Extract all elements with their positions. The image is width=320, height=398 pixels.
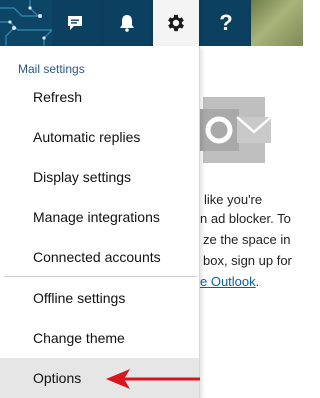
gear-icon xyxy=(168,14,184,32)
notice-text-period: . xyxy=(255,274,260,289)
help-button[interactable]: ? xyxy=(203,0,249,46)
notice-text-line: like you're xyxy=(204,192,263,207)
chat-icon xyxy=(68,16,82,30)
notice-text-line: ze the space in xyxy=(203,232,291,247)
outlook-logo-icon xyxy=(199,97,272,163)
notice-text-line: box, sign up for xyxy=(203,253,292,268)
notifications-button[interactable] xyxy=(104,0,150,46)
help-icon: ? xyxy=(219,10,233,35)
menu-item-connected-accounts[interactable]: Connected accounts xyxy=(0,237,199,277)
chat-button[interactable] xyxy=(52,0,98,46)
theme-circuit-pattern xyxy=(0,0,53,46)
menu-item-automatic-replies[interactable]: Automatic replies xyxy=(0,117,199,157)
menu-divider xyxy=(4,276,197,277)
circuit-pattern-icon xyxy=(0,0,53,46)
account-avatar[interactable] xyxy=(251,0,303,46)
settings-button[interactable] xyxy=(153,0,199,46)
outlook-signup-link[interactable]: e Outlook xyxy=(200,274,256,289)
menu-header-mail-settings: Mail settings xyxy=(18,62,85,76)
menu-item-offline-settings[interactable]: Offline settings xyxy=(0,278,199,318)
notice-text-line: n ad blocker. To xyxy=(200,211,291,226)
red-arrow-annotation xyxy=(106,369,200,389)
menu-item-change-theme[interactable]: Change theme xyxy=(0,318,199,358)
top-bar: ? xyxy=(0,0,303,46)
menu-item-refresh[interactable]: Refresh xyxy=(0,77,199,117)
bell-icon xyxy=(120,15,134,32)
menu-item-display-settings[interactable]: Display settings xyxy=(0,157,199,197)
settings-dropdown-menu: Mail settings Refresh Automatic replies … xyxy=(0,46,200,398)
notice-text-line: e Outlook. xyxy=(200,274,259,290)
menu-item-manage-integrations[interactable]: Manage integrations xyxy=(0,197,199,237)
